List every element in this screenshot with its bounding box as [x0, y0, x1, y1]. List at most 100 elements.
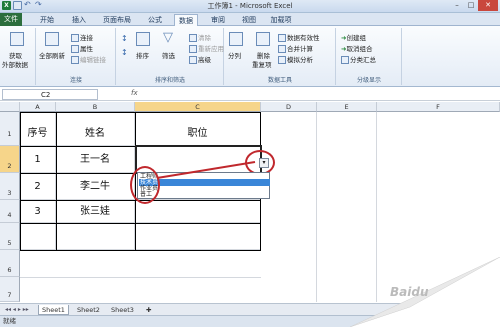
- tab-review[interactable]: 审阅: [207, 14, 229, 26]
- clear-label: 清除: [198, 34, 211, 42]
- text-to-columns-icon: [229, 32, 243, 46]
- tab-view[interactable]: 视图: [238, 14, 260, 26]
- row-header-5[interactable]: 5: [0, 223, 20, 250]
- cell-b5[interactable]: [56, 223, 135, 250]
- subtotal-label: 分类汇总: [350, 56, 376, 64]
- save-icon[interactable]: [13, 1, 22, 10]
- sheet-nav-arrows-icon[interactable]: ◂◂ ◂ ▸ ▸▸: [2, 305, 32, 315]
- ribbon-tabs: 文件 开始 插入 页面布局 公式 数据 审阅 视图 加载项: [0, 13, 500, 26]
- sheet-tab-2[interactable]: Sheet2: [74, 305, 103, 315]
- title-bar: X ↶ ↷ 工作簿1 - Microsoft Excel – □ ✕: [0, 0, 500, 13]
- edit-links-icon: [71, 56, 79, 64]
- sheet-tab-1[interactable]: Sheet1: [38, 305, 69, 315]
- excel-logo-icon: X: [2, 1, 11, 10]
- get-external-data-line2[interactable]: 外部数据: [2, 59, 28, 69]
- cell-c4[interactable]: [135, 200, 261, 223]
- col-header-e[interactable]: E: [317, 102, 377, 112]
- cell-b2[interactable]: 王一名: [56, 146, 135, 173]
- cell-a2[interactable]: 1: [20, 146, 56, 173]
- outline-group-label: 分级显示: [356, 77, 381, 84]
- select-all-corner[interactable]: [0, 102, 20, 112]
- edit-links-button[interactable]: 编辑链接: [71, 54, 106, 64]
- quick-access-toolbar: X ↶ ↷: [2, 1, 44, 10]
- undo-icon[interactable]: ↶: [24, 1, 33, 10]
- maximize-button[interactable]: □: [464, 0, 478, 11]
- filter-button[interactable]: 筛选: [162, 50, 175, 60]
- baidu-watermark: Baidu: [390, 285, 429, 299]
- what-if-button[interactable]: 模拟分析: [278, 54, 313, 64]
- connections-icon: [71, 34, 79, 42]
- properties-button[interactable]: 属性: [71, 43, 93, 53]
- data-tools-group-label: 数据工具: [267, 77, 292, 84]
- name-box[interactable]: C2: [2, 89, 98, 100]
- subtotal-icon: [341, 56, 349, 64]
- col-d-area[interactable]: [261, 112, 317, 302]
- col-header-b[interactable]: B: [56, 102, 135, 112]
- consolidate-button[interactable]: 合并计算: [278, 43, 313, 53]
- group-label: 创建组: [346, 34, 366, 42]
- what-if-label: 模拟分析: [287, 56, 313, 64]
- row-header-6[interactable]: 6: [0, 250, 20, 277]
- insert-sheet-icon[interactable]: ✚: [143, 305, 154, 315]
- subtotal-button[interactable]: 分类汇总: [341, 54, 376, 64]
- advanced-button[interactable]: 高级: [189, 54, 211, 64]
- tab-addins[interactable]: 加载项: [266, 14, 296, 26]
- row-header-3[interactable]: 3: [0, 173, 20, 200]
- sort-az-icon[interactable]: ↕: [121, 34, 128, 43]
- cell-a4[interactable]: 3: [20, 200, 56, 223]
- cell-a1[interactable]: 序号: [20, 112, 56, 146]
- ungroup-button[interactable]: ➜取消组合: [341, 43, 372, 53]
- group-sort-filter: ↕ ↕ 排序 ▽ 筛选 清除 重新应用 高级 排序和筛选: [117, 28, 224, 85]
- connections-button[interactable]: 连接: [71, 32, 93, 42]
- group-button[interactable]: ➜创建组: [341, 32, 366, 42]
- col-header-d[interactable]: D: [261, 102, 317, 112]
- row-header-4[interactable]: 4: [0, 200, 20, 223]
- data-validation-label: 数据有效性: [287, 34, 320, 42]
- data-validation-button[interactable]: 数据有效性: [278, 32, 320, 42]
- cell-b3[interactable]: 李二牛: [56, 173, 135, 200]
- filter-funnel-icon: ▽: [163, 30, 173, 45]
- minimize-button[interactable]: –: [450, 0, 464, 11]
- cell-b1[interactable]: 姓名: [56, 112, 135, 146]
- row-header-2[interactable]: 2: [0, 146, 20, 173]
- remove-duplicates-line2[interactable]: 重复项: [252, 59, 272, 69]
- sheet-tab-3[interactable]: Sheet3: [108, 305, 137, 315]
- status-text: 就绪: [3, 317, 16, 325]
- sort-za-icon[interactable]: ↕: [121, 48, 128, 57]
- table-border-bottom: [20, 250, 261, 251]
- connections-label: 连接: [80, 34, 93, 42]
- col-header-f[interactable]: F: [377, 102, 500, 112]
- cell-a3[interactable]: 2: [20, 173, 56, 200]
- cell-c1[interactable]: 职位: [135, 112, 261, 146]
- sort-button[interactable]: 排序: [136, 50, 149, 60]
- redo-icon[interactable]: ↷: [35, 1, 44, 10]
- consolidate-label: 合并计算: [287, 45, 313, 53]
- row-header-1[interactable]: 1: [0, 112, 20, 146]
- cell-b4[interactable]: 张三娃: [56, 200, 135, 223]
- tab-data[interactable]: 数据: [174, 14, 198, 26]
- ungroup-label: 取消组合: [346, 45, 373, 53]
- row-6-divider: [20, 277, 261, 278]
- reapply-button[interactable]: 重新应用: [189, 43, 224, 53]
- tab-home[interactable]: 开始: [36, 14, 58, 26]
- cell-a5[interactable]: [20, 223, 56, 250]
- refresh-all-button[interactable]: 全部刷新: [39, 50, 65, 60]
- external-data-icon: [10, 32, 24, 46]
- close-button[interactable]: ✕: [478, 0, 498, 11]
- reapply-label: 重新应用: [198, 45, 224, 53]
- edit-links-label: 编辑链接: [80, 56, 106, 64]
- fx-icon[interactable]: fx: [131, 89, 138, 97]
- tab-page-layout[interactable]: 页面布局: [99, 14, 135, 26]
- col-header-a[interactable]: A: [20, 102, 56, 112]
- tab-file[interactable]: 文件: [0, 13, 22, 26]
- text-to-columns-button[interactable]: 分列: [228, 50, 241, 60]
- table-border-left: [20, 112, 21, 250]
- tab-formulas[interactable]: 公式: [144, 14, 166, 26]
- table-border-col1: [56, 112, 57, 250]
- tab-insert[interactable]: 插入: [68, 14, 90, 26]
- clear-button[interactable]: 清除: [189, 32, 211, 42]
- row-header-7[interactable]: 7: [0, 277, 20, 302]
- consolidate-icon: [278, 45, 286, 53]
- col-header-c[interactable]: C: [135, 102, 261, 112]
- cell-c5[interactable]: [135, 223, 261, 250]
